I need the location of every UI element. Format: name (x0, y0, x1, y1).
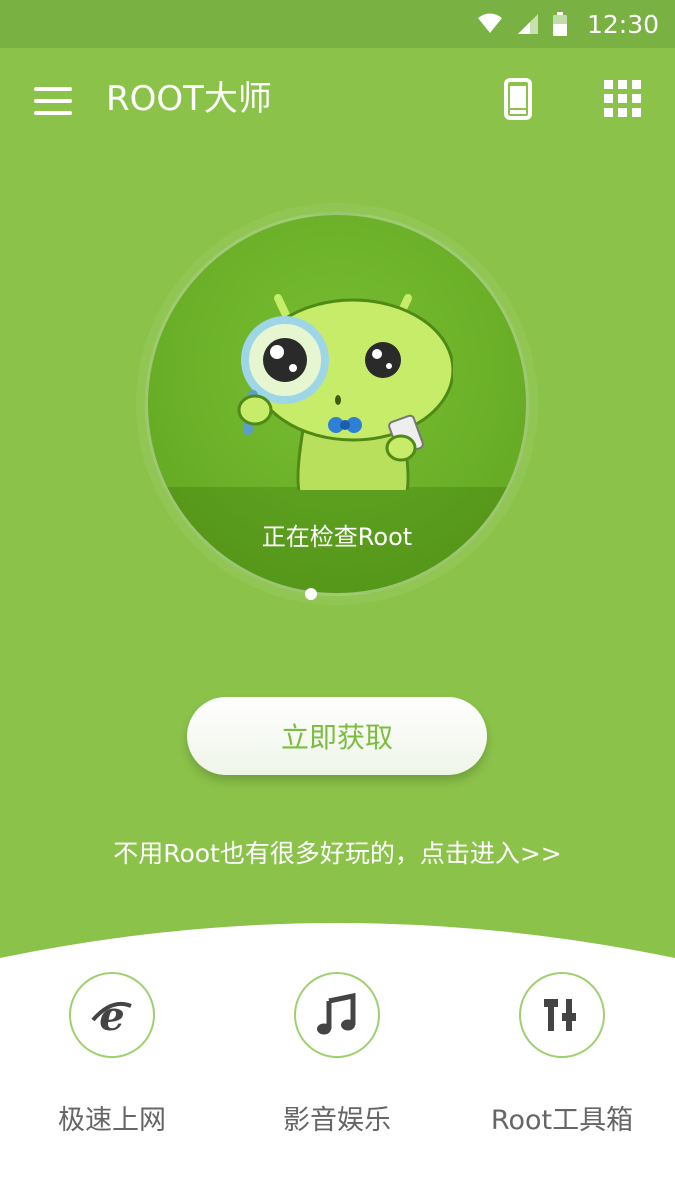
wifi-icon (477, 13, 502, 33)
phone-icon[interactable] (504, 78, 532, 120)
tool-label-media: 影音娱乐 (283, 1105, 391, 1136)
menu-icon[interactable] (34, 87, 72, 115)
svg-text:e: e (99, 993, 124, 1038)
tool-root-toolbox[interactable]: Root工具箱 (462, 972, 662, 1137)
scan-circle[interactable]: 正在检查Root (145, 212, 529, 596)
mascot-illustration (237, 294, 453, 490)
status-icons: 12:30 (477, 0, 659, 48)
app-title: ROOT大师 (106, 79, 272, 119)
tool-circle-media[interactable] (294, 972, 380, 1058)
status-time: 12:30 (586, 9, 659, 39)
get-root-button[interactable]: 立即获取 (187, 697, 487, 775)
apps-grid-icon[interactable] (604, 80, 642, 118)
progress-dot (305, 588, 317, 600)
music-note-icon (317, 993, 356, 1035)
tool-label-browse: 极速上网 (58, 1105, 166, 1136)
checking-status-text: 正在检查Root (261, 523, 413, 551)
app-bar: ROOT大师 (0, 48, 675, 152)
bottom-tools-panel: e 极速上网 影音娱乐 Root工具箱 (0, 918, 675, 1200)
promo-link[interactable]: 不用Root也有很多好玩的，点击进入>> (0, 834, 675, 870)
tool-label-toolbox: Root工具箱 (490, 1105, 634, 1136)
tool-media[interactable]: 影音娱乐 (237, 972, 437, 1137)
tool-circle-toolbox[interactable] (519, 972, 605, 1058)
browser-e-icon: e (91, 993, 132, 1038)
tool-fast-browse[interactable]: e 极速上网 (12, 972, 212, 1137)
battery-icon (552, 12, 567, 36)
signal-icon (517, 14, 538, 34)
status-bar: 12:30 (0, 0, 675, 48)
tool-circle-browse[interactable]: e (69, 972, 155, 1058)
tools-icon (544, 999, 576, 1031)
